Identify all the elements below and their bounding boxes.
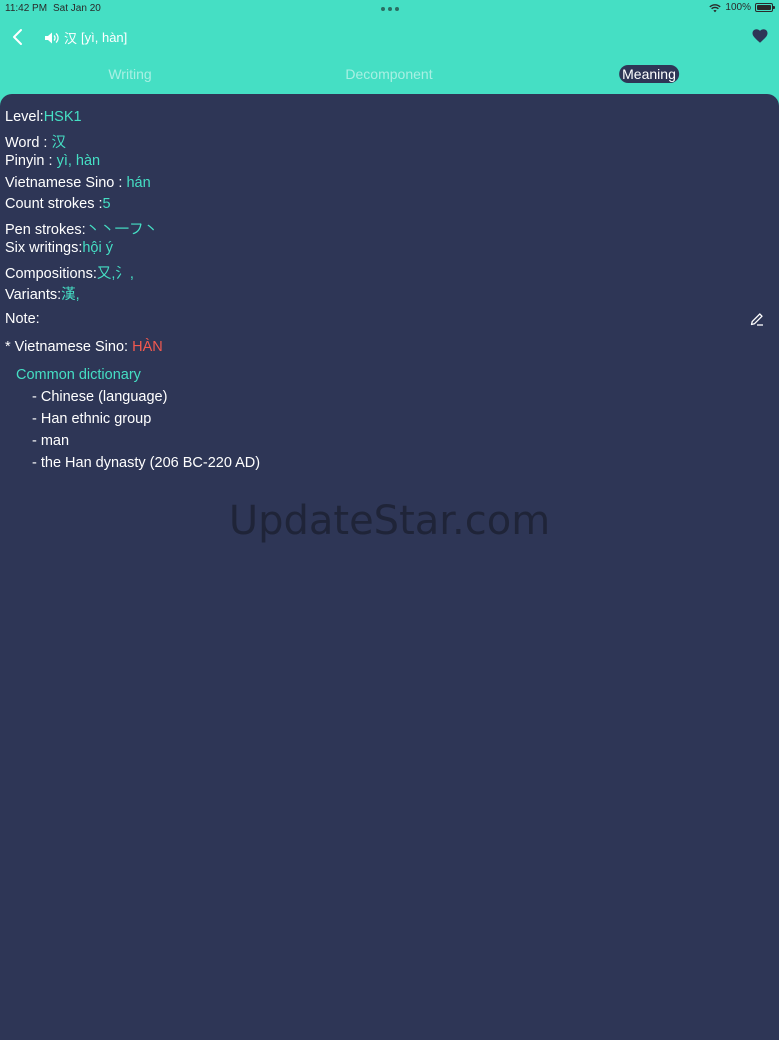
pinyin-label: Pinyin : <box>5 153 57 169</box>
status-date: Sat Jan 20 <box>53 3 101 14</box>
pen-strokes-label: Pen strokes: <box>5 222 86 238</box>
word-label: Word : <box>5 135 52 151</box>
tab-bar: Writing Decomponent Meaning <box>0 62 779 90</box>
header-title: 汉 [yì, hàn] <box>44 28 127 47</box>
six-writings-label: Six writings: <box>5 240 83 256</box>
level-label: Level: <box>5 109 44 125</box>
dictionary-item: - Chinese (language) <box>32 389 168 405</box>
heart-icon[interactable] <box>751 27 769 45</box>
level-value: HSK1 <box>43 109 82 125</box>
dictionary-item: - Han ethnic group <box>32 411 152 427</box>
back-chevron-icon[interactable] <box>10 26 26 48</box>
watermark: UpdateStar.com <box>228 498 551 544</box>
header-word: 汉 <box>64 31 78 46</box>
sino-line: * Vietnamese Sino: HÀN <box>5 339 163 355</box>
sino-value: hán <box>126 175 151 191</box>
variants-label: Variants: <box>5 287 62 303</box>
pen-strokes-row: Pen strokes:丶丶一フ丶 <box>5 218 158 239</box>
compositions-value: 又,氵, <box>96 266 134 282</box>
sino-line-value: HÀN <box>132 339 163 355</box>
edit-pencil-icon[interactable] <box>749 311 765 327</box>
variants-row: Variants:漢, <box>5 283 80 304</box>
speaker-icon[interactable] <box>44 31 60 45</box>
status-time: 11:42 PM <box>5 3 48 14</box>
dictionary-item: - the Han dynasty (206 BC-220 AD) <box>32 455 261 471</box>
pen-strokes-value: 丶丶一フ丶 <box>85 222 159 238</box>
header-pinyin: [yì, hàn] <box>81 30 128 45</box>
wifi-icon <box>709 3 722 12</box>
pinyin-row: Pinyin : yì, hàn <box>5 153 100 169</box>
sino-line-label: * Vietnamese Sino: <box>5 339 133 355</box>
count-strokes-value: 5 <box>102 196 111 212</box>
compositions-label: Compositions: <box>5 266 97 282</box>
six-writings-row: Six writings:hội ý <box>5 240 113 256</box>
meaning-panel: Level:HSK1 Word : 汉 Pinyin : yì, hàn Vie… <box>0 94 779 1040</box>
word-row: Word : 汉 <box>5 131 66 152</box>
status-right: 100% <box>709 2 775 13</box>
nav-bar: 汉 [yì, hàn] <box>0 22 779 52</box>
dictionary-heading: Common dictionary <box>16 367 141 383</box>
variants-value: 漢, <box>61 287 80 303</box>
six-writings-value: hội ý <box>82 240 113 256</box>
tab-meaning[interactable]: Meaning <box>619 65 679 83</box>
multitasking-dots-icon[interactable] <box>381 7 399 11</box>
note-label: Note: <box>5 311 40 327</box>
sino-label: Vietnamese Sino : <box>5 175 127 191</box>
compositions-row: Compositions:又,氵, <box>5 262 134 283</box>
word-value: 汉 <box>51 135 66 151</box>
count-strokes-label: Count strokes : <box>5 196 103 212</box>
battery-icon <box>755 3 775 12</box>
pinyin-value: yì, hàn <box>56 153 101 169</box>
status-bar: 11:42 PM Sat Jan 20 100% <box>0 0 779 16</box>
battery-percent: 100% <box>725 2 751 13</box>
dictionary-item: - man <box>32 433 70 449</box>
level-row: Level:HSK1 <box>5 109 82 125</box>
tab-decomponent[interactable]: Decomponent <box>345 66 432 82</box>
count-strokes-row: Count strokes :5 <box>5 196 111 212</box>
sino-row: Vietnamese Sino : hán <box>5 175 151 191</box>
tab-writing[interactable]: Writing <box>108 66 151 82</box>
